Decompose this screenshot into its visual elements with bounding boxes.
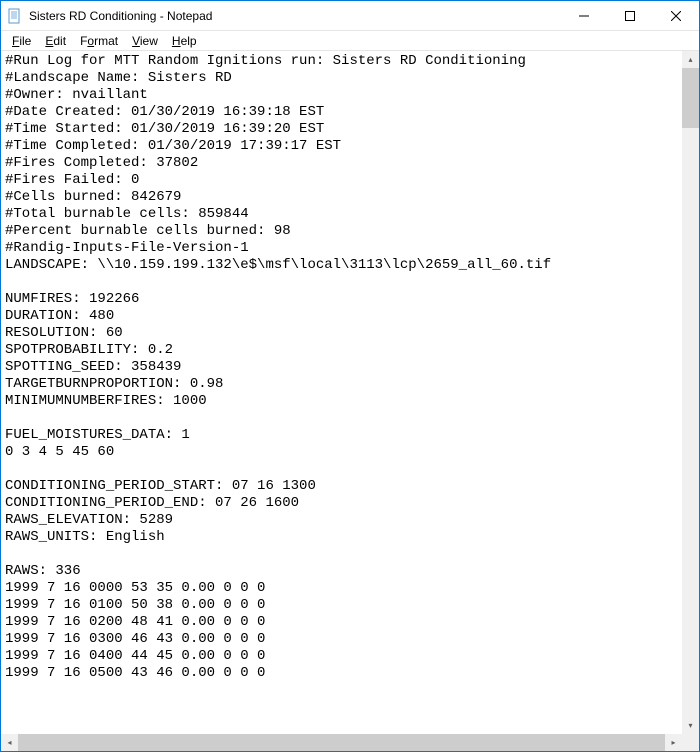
menu-help[interactable]: Help [165, 33, 204, 49]
content-area: #Run Log for MTT Random Ignitions run: S… [1, 51, 699, 751]
menu-view-rest: iew [140, 34, 158, 48]
menu-file[interactable]: File [5, 33, 38, 49]
minimize-button[interactable] [561, 1, 607, 31]
menu-file-rest: ile [19, 34, 31, 48]
horizontal-scrollbar[interactable]: ◂ ▸ [1, 734, 682, 751]
scrollbar-corner [682, 734, 699, 751]
notepad-app-icon [7, 8, 23, 24]
vertical-scrollbar[interactable]: ▴ ▾ [682, 51, 699, 734]
menu-edit[interactable]: Edit [38, 33, 73, 49]
text-editor[interactable]: #Run Log for MTT Random Ignitions run: S… [1, 51, 682, 734]
close-button[interactable] [653, 1, 699, 31]
menu-help-rest: elp [181, 34, 197, 48]
scroll-right-button[interactable]: ▸ [665, 734, 682, 751]
vertical-scroll-thumb[interactable] [682, 68, 699, 128]
titlebar[interactable]: Sisters RD Conditioning - Notepad [1, 1, 699, 31]
notepad-window: Sisters RD Conditioning - Notepad File E… [0, 0, 700, 752]
horizontal-scroll-thumb[interactable] [18, 734, 665, 751]
horizontal-scroll-track[interactable] [18, 734, 665, 751]
menu-edit-rest: dit [53, 34, 66, 48]
scroll-up-button[interactable]: ▴ [682, 51, 699, 68]
menu-format-rest: rmat [94, 34, 118, 48]
menu-view[interactable]: View [125, 33, 165, 49]
window-controls [561, 1, 699, 30]
window-title: Sisters RD Conditioning - Notepad [29, 9, 561, 23]
scroll-down-button[interactable]: ▾ [682, 717, 699, 734]
menubar: File Edit Format View Help [1, 31, 699, 51]
maximize-button[interactable] [607, 1, 653, 31]
scroll-left-button[interactable]: ◂ [1, 734, 18, 751]
menu-format[interactable]: Format [73, 33, 125, 49]
